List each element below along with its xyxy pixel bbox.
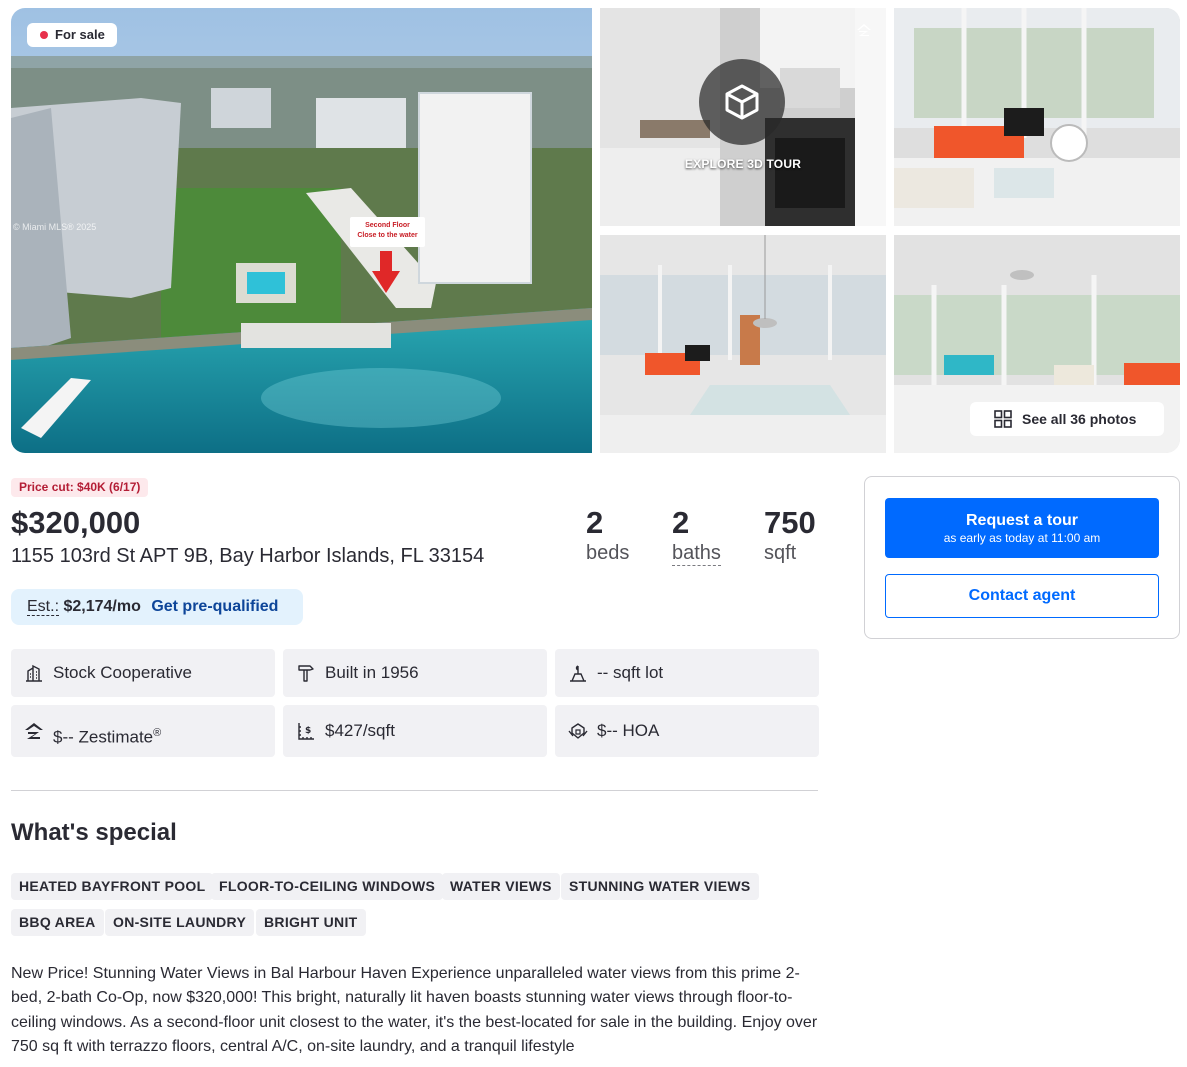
feature-tag: BBQ AREA bbox=[11, 909, 104, 936]
grid-icon bbox=[994, 410, 1012, 428]
request-tour-button[interactable]: Request a tour as early as today at 11:0… bbox=[885, 498, 1159, 558]
hoa-icon bbox=[568, 723, 588, 739]
est-label[interactable]: Est.: bbox=[27, 598, 60, 616]
sqft-stat: 750 sqft bbox=[764, 505, 816, 565]
price-cut-badge: Price cut: $40K (6/17) bbox=[11, 478, 149, 497]
callout-line-1: Second Floor bbox=[365, 222, 410, 229]
feature-tag: BRIGHT UNIT bbox=[256, 909, 366, 936]
sqft-value: 750 bbox=[764, 505, 816, 540]
contact-card: Request a tour as early as today at 11:0… bbox=[864, 476, 1180, 639]
registered-mark: ® bbox=[153, 727, 162, 739]
hoa-text: $-- HOA bbox=[597, 721, 660, 740]
fact-lot-size: -- sqft lot bbox=[555, 649, 819, 697]
home-type-text: Stock Cooperative bbox=[53, 663, 192, 682]
explore-3d-tour-button[interactable] bbox=[699, 59, 785, 145]
mls-watermark: © Miami MLS® 2025 bbox=[13, 222, 97, 232]
year-built-text: Built in 1956 bbox=[325, 663, 419, 682]
photo-gallery: For sale © Miami MLS® 2025 Second Floor … bbox=[11, 8, 1180, 453]
feature-tag: ON-SITE LAUNDRY bbox=[105, 909, 255, 936]
sqft-label: sqft bbox=[764, 542, 797, 564]
callout-line-2: Close to the water bbox=[357, 232, 418, 239]
zillow-logo-icon bbox=[857, 24, 871, 36]
zillow-icon bbox=[25, 723, 43, 739]
feature-tag: FLOOR-TO-CEILING WINDOWS bbox=[211, 873, 444, 900]
baths-stat[interactable]: 2 baths bbox=[672, 505, 721, 566]
request-tour-sublabel: as early as today at 11:00 am bbox=[943, 531, 1101, 545]
lot-icon bbox=[570, 665, 586, 682]
status-badge-label: For sale bbox=[55, 27, 105, 42]
photo-callout: Second Floor Close to the water bbox=[350, 217, 425, 247]
fact-hoa: $-- HOA bbox=[555, 705, 819, 757]
estimated-payment-box: Est.: $2,174/mo Get pre-qualified bbox=[11, 589, 303, 625]
beds-stat: 2 beds bbox=[586, 505, 629, 565]
lot-size-text: -- sqft lot bbox=[597, 663, 664, 682]
kitchen-photo[interactable]: EXPLORE 3D TOUR bbox=[600, 8, 886, 226]
beds-value: 2 bbox=[586, 505, 604, 540]
for-sale-badge: For sale bbox=[27, 23, 117, 47]
est-payment-value: $2,174/mo bbox=[63, 598, 141, 615]
request-tour-label: Request a tour bbox=[965, 512, 1078, 529]
zestimate-text: $-- Zestimate bbox=[53, 727, 154, 747]
listing-description: New Price! Stunning Water Views in Bal H… bbox=[11, 965, 818, 1056]
baths-label[interactable]: baths bbox=[672, 542, 721, 566]
price-per-sqft-text: $427/sqft bbox=[325, 721, 395, 740]
tour-label: EXPLORE 3D TOUR bbox=[684, 157, 802, 171]
feature-tag: STUNNING WATER VIEWS bbox=[561, 873, 759, 900]
living-area-photo[interactable]: See all 36 photos bbox=[894, 235, 1180, 453]
fact-home-type: Stock Cooperative bbox=[11, 649, 275, 697]
contact-agent-button[interactable]: Contact agent bbox=[885, 574, 1159, 618]
price-sqft-icon: $ bbox=[298, 723, 314, 740]
see-all-label: See all 36 photos bbox=[1022, 411, 1137, 427]
beds-label: beds bbox=[586, 542, 630, 564]
listing-address: 1155 103rd St APT 9B, Bay Harbor Islands… bbox=[11, 545, 485, 567]
dining-room-photo[interactable] bbox=[600, 235, 886, 453]
feature-tag: HEATED BAYFRONT POOL bbox=[11, 873, 214, 900]
listing-price: $320,000 bbox=[11, 505, 141, 540]
fact-price-per-sqft: $ $427/sqft bbox=[283, 705, 547, 757]
see-all-photos-button[interactable]: See all 36 photos bbox=[970, 402, 1164, 436]
aerial-photo-image bbox=[11, 8, 592, 453]
hammer-icon bbox=[298, 665, 314, 682]
svg-text:$: $ bbox=[305, 726, 311, 736]
living-room-photo-image bbox=[894, 8, 1180, 226]
feature-tag: WATER VIEWS bbox=[442, 873, 560, 900]
get-prequalified-link[interactable]: Get pre-qualified bbox=[151, 598, 278, 615]
cube-icon bbox=[725, 84, 759, 120]
down-arrow-icon bbox=[372, 251, 400, 293]
fact-zestimate[interactable]: $-- Zestimate® bbox=[11, 705, 275, 757]
building-icon bbox=[26, 664, 42, 682]
whats-special-heading: What's special bbox=[11, 819, 177, 846]
status-dot-icon bbox=[40, 31, 48, 39]
fact-year-built: Built in 1956 bbox=[283, 649, 547, 697]
section-divider bbox=[11, 790, 818, 791]
dining-room-photo-image bbox=[600, 235, 886, 453]
living-room-photo[interactable] bbox=[894, 8, 1180, 226]
baths-value: 2 bbox=[672, 505, 690, 540]
main-photo[interactable]: For sale © Miami MLS® 2025 Second Floor … bbox=[11, 8, 592, 453]
